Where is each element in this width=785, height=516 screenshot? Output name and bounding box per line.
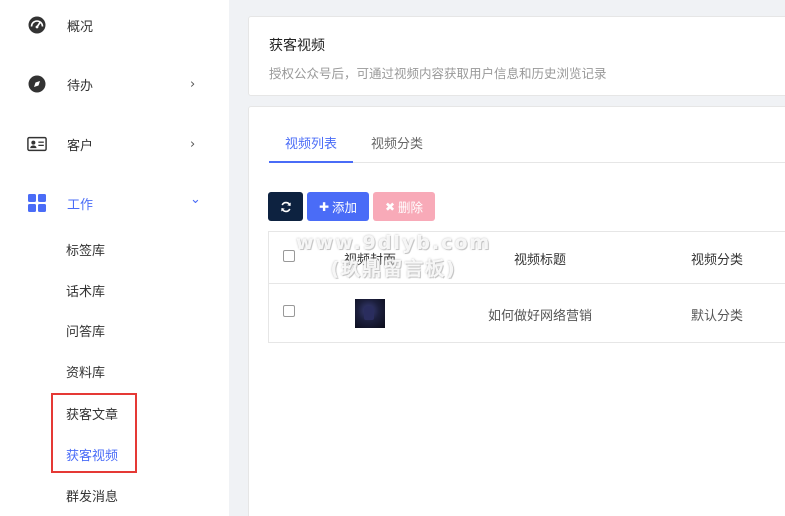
sidebar: 概况 待办 › 客户 › 工作 ⌄ 标签库 话术库 问答库 资料库 获客文章 获…	[0, 0, 229, 516]
video-cover-thumbnail[interactable]	[355, 299, 385, 328]
page-header: 获客视频 授权公众号后，可通过视频内容获取用户信息和历史浏览记录	[248, 16, 785, 96]
sidebar-subitem-materials[interactable]: 资料库	[0, 356, 229, 386]
chevron-right-icon: ›	[190, 136, 196, 152]
column-header-category: 视频分类	[691, 253, 744, 268]
sidebar-subitem-broadcast[interactable]: 群发消息	[0, 480, 229, 510]
sidebar-item-todo[interactable]: 待办 ›	[0, 64, 229, 104]
sidebar-item-work[interactable]: 工作 ⌄	[0, 183, 229, 223]
chevron-down-icon: ⌄	[190, 192, 201, 207]
refresh-icon	[280, 201, 291, 212]
page-description: 授权公众号后，可通过视频内容获取用户信息和历史浏览记录	[269, 66, 607, 81]
sidebar-item-label: 工作	[67, 197, 94, 213]
refresh-button[interactable]	[268, 192, 303, 221]
id-card-icon	[27, 134, 47, 154]
compass-icon	[27, 74, 47, 94]
select-all-checkbox[interactable]	[283, 250, 295, 262]
row-checkbox[interactable]	[283, 305, 295, 317]
sidebar-item-customers[interactable]: 客户 ›	[0, 124, 229, 164]
video-category: 默认分类	[691, 309, 744, 324]
tab-video-list[interactable]: 视频列表	[285, 133, 337, 152]
sidebar-item-overview[interactable]: 概况	[0, 5, 229, 45]
plus-icon: ✚	[318, 199, 330, 214]
close-icon: ✖	[384, 199, 396, 214]
tab-bar: 视频列表 视频分类	[269, 121, 785, 163]
sidebar-subitem-label: 资料库	[66, 365, 106, 381]
tab-underline	[269, 161, 353, 163]
sidebar-subitem-tags[interactable]: 标签库	[0, 234, 229, 264]
content-card: 视频列表 视频分类 ✚ 添加 ✖ 删除 视频封面 视频标题 视频分类 如何做好网…	[248, 106, 785, 516]
sidebar-item-label: 客户	[67, 138, 94, 154]
sidebar-subitem-label: 话术库	[66, 284, 106, 300]
sidebar-item-label: 概况	[67, 19, 94, 35]
main-content: 获客视频 授权公众号后，可通过视频内容获取用户信息和历史浏览记录 视频列表 视频…	[229, 0, 785, 516]
chevron-right-icon: ›	[190, 76, 196, 92]
dashboard-icon	[27, 15, 47, 35]
sidebar-subitem-label: 问答库	[66, 324, 106, 340]
video-title[interactable]: 如何做好网络营销	[488, 305, 592, 324]
highlight-box	[51, 393, 137, 473]
video-table: 视频封面 视频标题 视频分类 如何做好网络营销 默认分类	[268, 231, 785, 343]
sidebar-subitem-label: 标签库	[66, 243, 106, 259]
sidebar-subitem-qa[interactable]: 问答库	[0, 315, 229, 345]
delete-button[interactable]: ✖ 删除	[373, 192, 435, 221]
column-header-title: 视频标题	[514, 253, 567, 268]
delete-button-label: 删除	[398, 200, 424, 215]
sidebar-item-label: 待办	[67, 78, 94, 94]
sidebar-subitem-scripts[interactable]: 话术库	[0, 275, 229, 305]
column-header-cover: 视频封面	[344, 253, 397, 268]
tab-video-category[interactable]: 视频分类	[371, 133, 423, 152]
sidebar-subitem-label: 群发消息	[66, 489, 119, 505]
page-title: 获客视频	[269, 38, 325, 54]
table-header: 视频封面 视频标题 视频分类	[269, 232, 785, 284]
add-button[interactable]: ✚ 添加	[307, 192, 369, 221]
add-button-label: 添加	[332, 200, 358, 215]
grid-icon	[27, 193, 47, 213]
